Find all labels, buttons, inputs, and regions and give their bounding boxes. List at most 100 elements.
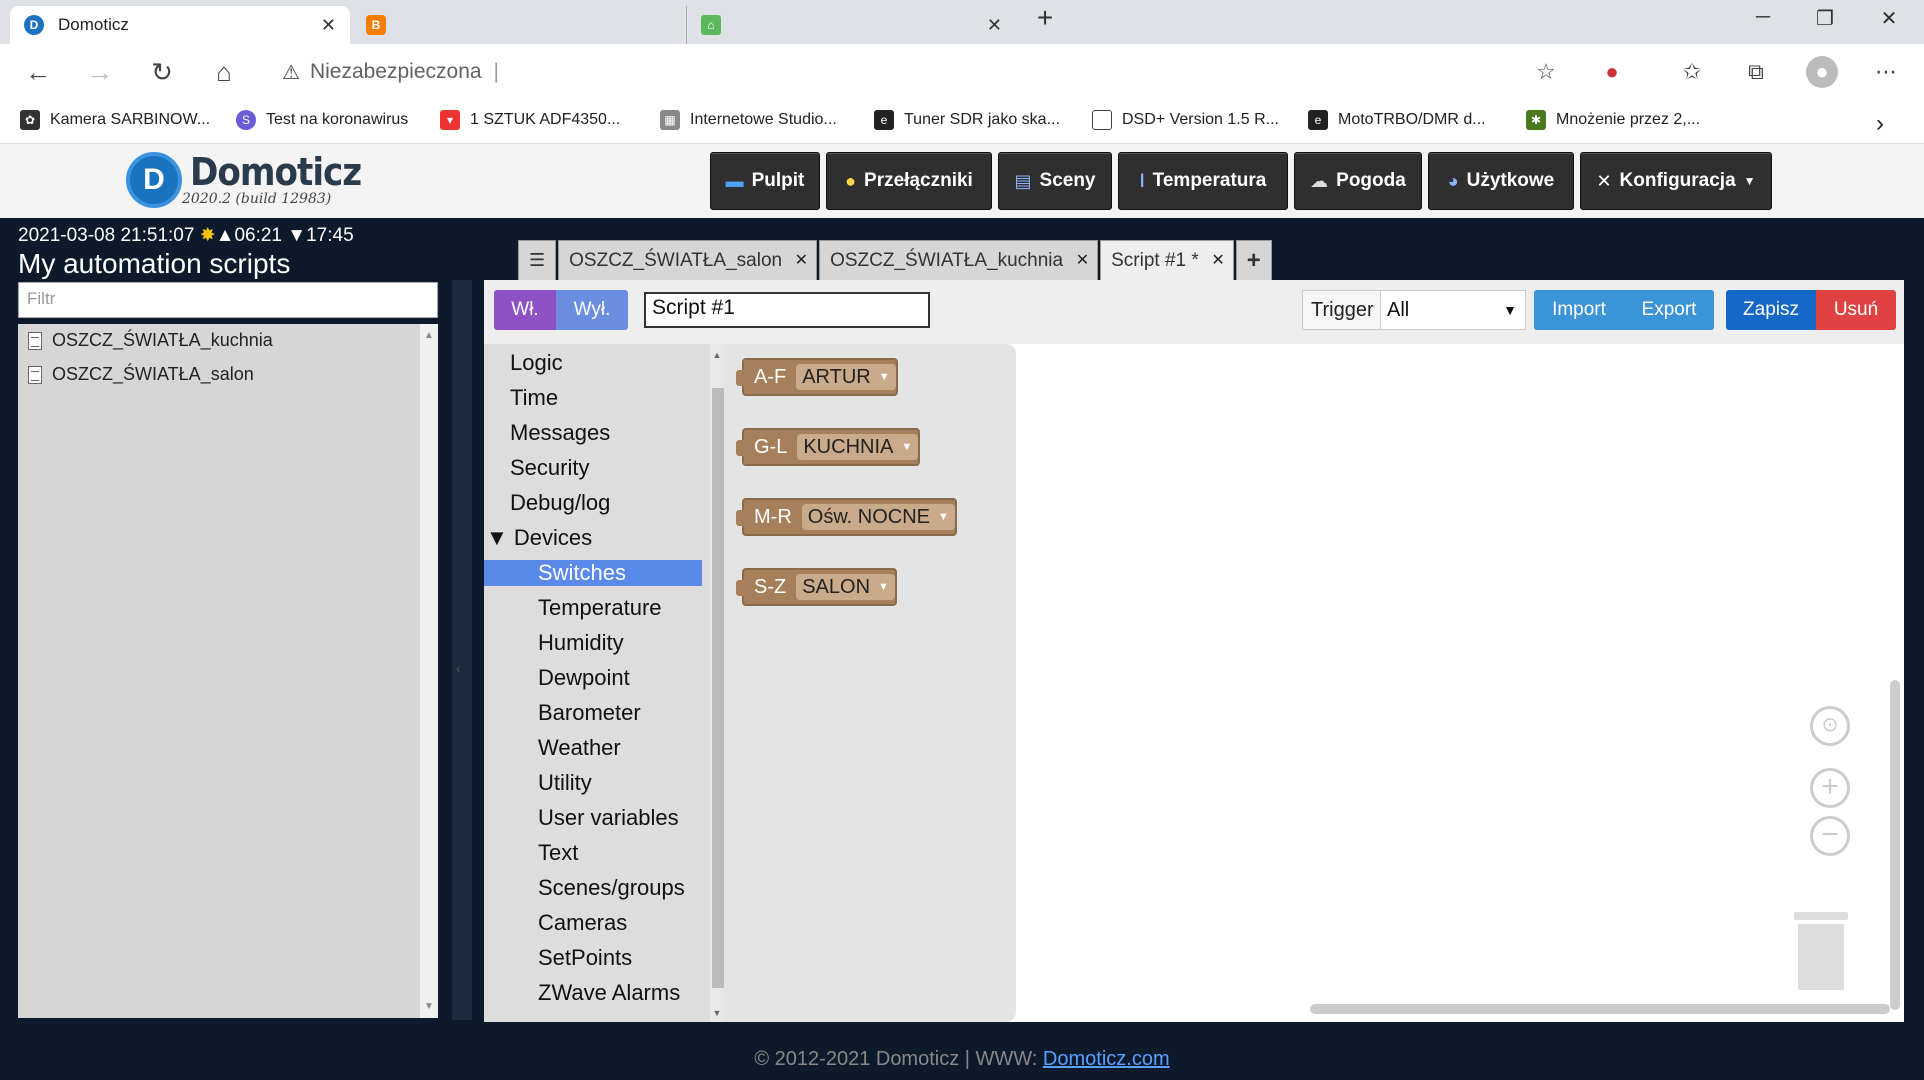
toolbox-item[interactable]: Dewpoint (538, 665, 630, 691)
toolbox-category[interactable]: Security (510, 455, 589, 481)
close-icon[interactable]: ✕ (1211, 250, 1224, 270)
toolbox-item[interactable]: SetPoints (538, 945, 632, 971)
bookmark-item[interactable]: DSD+ Version 1.5 R... (1092, 110, 1279, 130)
zoom-in-icon[interactable]: + (1810, 768, 1850, 808)
script-list-item[interactable]: OSZCZ_ŚWIATŁA_kuchnia (28, 330, 273, 351)
add-favorite-icon[interactable]: ☆ (1530, 56, 1562, 88)
enable-button[interactable]: Wł. (494, 290, 556, 330)
delete-button[interactable]: Usuń (1816, 290, 1896, 330)
trigger-select[interactable]: All ▼ (1380, 290, 1526, 330)
list-scrollbar[interactable]: ▲ ▼ (420, 324, 438, 1018)
bookmark-item[interactable]: ✱ Mnożenie przez 2,... (1526, 110, 1700, 130)
editor-tab[interactable]: OSZCZ_ŚWIATŁA_kuchnia ✕ (819, 240, 1099, 280)
minimize-icon[interactable]: ─ (1748, 6, 1778, 29)
close-tab-icon[interactable]: ✕ (987, 15, 1002, 36)
bookmark-item[interactable]: ▦ Internetowe Studio... (660, 110, 837, 130)
toolbox-item[interactable]: Barometer (538, 700, 641, 726)
dropdown-arrow-icon: ▼ (938, 511, 949, 523)
zoom-out-icon[interactable]: − (1810, 816, 1850, 856)
close-icon[interactable]: ✕ (1076, 250, 1089, 270)
favorites-icon[interactable]: ✩ (1676, 56, 1708, 88)
disable-button[interactable]: Wył. (556, 290, 628, 330)
editor-tab[interactable]: OSZCZ_ŚWIATŁA_salon ✕ (558, 240, 818, 280)
profile-avatar[interactable]: ● (1806, 56, 1838, 88)
toolbox-scroll-thumb[interactable] (712, 388, 724, 988)
toolbox-item[interactable]: Temperature (538, 595, 662, 621)
toolbox-item[interactable]: Weather (538, 735, 621, 761)
export-button[interactable]: Export (1624, 290, 1714, 330)
close-tab-icon[interactable]: ✕ (321, 15, 336, 36)
scroll-down-icon[interactable]: ▼ (420, 1001, 438, 1012)
device-dropdown[interactable]: ARTUR ▼ (796, 364, 896, 390)
sun-icon: ✸ (199, 225, 216, 246)
bookmark-item[interactable]: e Tuner SDR jako ska... (874, 110, 1060, 130)
import-button[interactable]: Import (1534, 290, 1624, 330)
save-button[interactable]: Zapisz (1726, 290, 1816, 330)
more-menu-icon[interactable]: ⋯ (1870, 56, 1902, 88)
collections-icon[interactable]: ⧉ (1740, 56, 1772, 88)
trash-icon[interactable] (1794, 912, 1848, 992)
device-dropdown[interactable]: KUCHNIA ▼ (797, 434, 919, 460)
back-icon[interactable]: ← (20, 54, 56, 90)
toolbox-category[interactable]: Time (510, 385, 558, 411)
forward-icon[interactable]: → (82, 54, 118, 90)
browser-tab-domoticz[interactable]: D Domoticz ✕ (10, 6, 350, 44)
close-icon[interactable]: ✕ (795, 250, 808, 270)
scroll-down-icon[interactable]: ▼ (710, 1008, 724, 1018)
filter-input[interactable]: Filtr (18, 282, 438, 318)
nav-switches[interactable]: ● Przełączniki (826, 152, 992, 210)
add-tab-icon[interactable]: + (1235, 240, 1272, 280)
nav-temperature[interactable]: ǀ Temperatura (1118, 152, 1288, 210)
workspace-vscrollbar[interactable] (1890, 680, 1900, 1010)
scroll-up-icon[interactable]: ▲ (420, 330, 438, 341)
nav-utility[interactable]: ◕ Użytkowe (1428, 152, 1574, 210)
toolbox-category[interactable]: Messages (510, 420, 610, 446)
toolbox-scrollbar[interactable]: ▲ ▼ (710, 344, 724, 1022)
toolbox-item[interactable]: Text (538, 840, 578, 866)
restore-icon[interactable]: ❐ (1810, 6, 1840, 31)
new-tab-icon[interactable]: + (1030, 2, 1060, 34)
device-dropdown[interactable]: Ośw. NOCNE ▼ (801, 504, 955, 530)
toolbox-item[interactable]: Humidity (538, 630, 624, 656)
bookmark-item[interactable]: e MotoTRBO/DMR d... (1308, 110, 1486, 130)
recenter-icon[interactable]: ⊙ (1810, 706, 1850, 746)
script-list-item[interactable]: OSZCZ_ŚWIATŁA_salon (28, 364, 254, 385)
device-block[interactable]: M-R Ośw. NOCNE ▼ (736, 498, 957, 536)
workspace-hscrollbar[interactable] (1310, 1004, 1890, 1014)
tabs-menu-icon[interactable]: ☰ (518, 240, 557, 280)
nav-pulpit[interactable]: ▬ Pulpit (710, 152, 820, 210)
toolbox-item[interactable]: ZWave Alarms (538, 980, 680, 1006)
panel-splitter[interactable]: ‹ (452, 280, 472, 1020)
toolbox-item[interactable]: Utility (538, 770, 592, 796)
close-window-icon[interactable]: ✕ (1874, 6, 1904, 31)
more-bookmarks-icon[interactable]: › (1876, 110, 1884, 138)
footer-link[interactable]: Domoticz.com (1043, 1048, 1170, 1070)
home-icon[interactable]: ⌂ (206, 54, 242, 90)
toolbox-category[interactable]: Logic (510, 350, 563, 376)
nav-scenes[interactable]: ▤ Sceny (998, 152, 1112, 210)
toolbox-item[interactable]: Scenes/groups (538, 875, 685, 901)
bookmark-item[interactable]: ▾ 1 SZTUK ADF4350... (440, 110, 620, 130)
toolbox-item[interactable]: User variables (538, 805, 679, 831)
device-dropdown[interactable]: SALON ▼ (796, 574, 895, 600)
address-bar[interactable]: ⚠ Niezabezpieczona | (268, 50, 1558, 94)
toolbox-item-switches[interactable]: Switches (484, 560, 702, 586)
nav-setup[interactable]: ✕ Konfiguracja ▼ (1580, 152, 1772, 210)
reload-icon[interactable]: ↻ (144, 54, 180, 90)
domoticz-logo[interactable]: D Domoticz 2020.2 (build 12983) (126, 152, 362, 208)
nav-weather[interactable]: ☁ Pogoda (1294, 152, 1422, 210)
device-block[interactable]: A-F ARTUR ▼ (736, 358, 898, 396)
toolbox-category[interactable]: Debug/log (510, 490, 610, 516)
bookmark-item[interactable]: ✿ Kamera SARBINOW... (20, 110, 210, 130)
script-name-input[interactable]: Script #1 (644, 292, 930, 328)
toolbox-devices[interactable]: ▼ Devices (486, 525, 592, 551)
device-block[interactable]: G-L KUCHNIA ▼ (736, 428, 921, 466)
scroll-up-icon[interactable]: ▲ (710, 350, 724, 360)
browser-tab-blogger[interactable]: B (352, 6, 682, 44)
toolbox-item[interactable]: Cameras (538, 910, 627, 936)
extension-icon[interactable]: ● (1596, 56, 1628, 88)
editor-tab-active[interactable]: Script #1 * ✕ (1100, 240, 1234, 280)
device-block[interactable]: S-Z SALON ▼ (736, 568, 897, 606)
browser-tab-home[interactable]: ⌂ ✕ (686, 6, 1016, 44)
bookmark-item[interactable]: S Test na koronawirus (236, 110, 408, 130)
